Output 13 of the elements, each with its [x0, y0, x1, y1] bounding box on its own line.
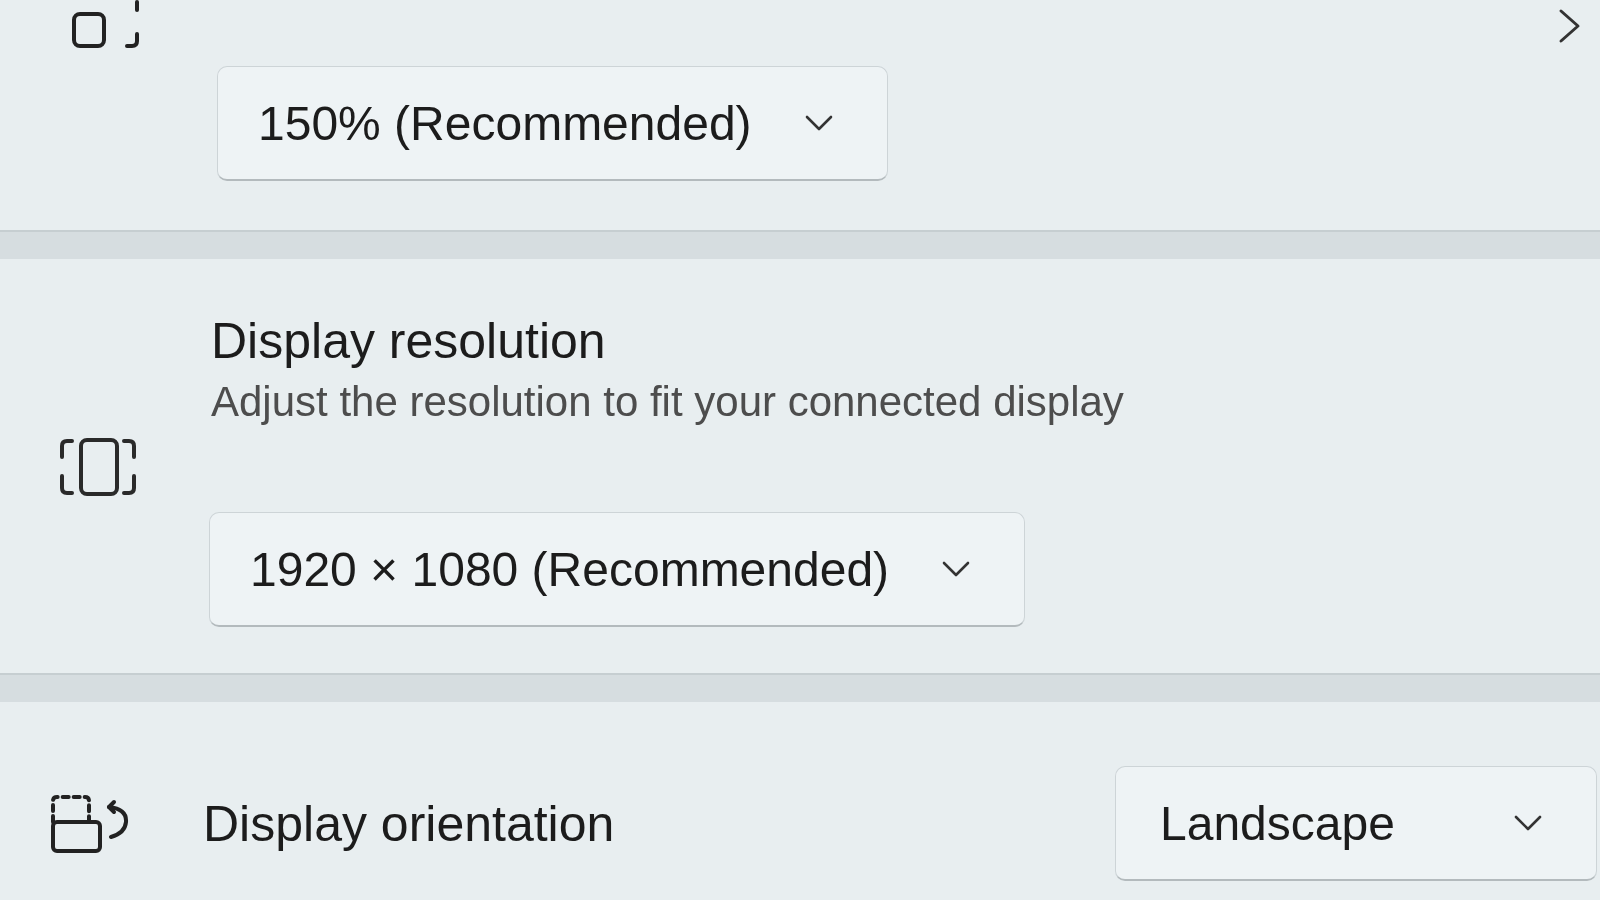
rotate-icon	[51, 794, 129, 853]
chevron-right-icon	[1558, 8, 1582, 44]
chevron-down-icon	[942, 561, 971, 577]
square-corners-icon	[71, 0, 141, 49]
frame-brackets-icon	[59, 437, 137, 496]
chevron-down-icon	[1514, 815, 1542, 831]
setting-description: Adjust the resolution to fit your connected display	[211, 377, 1124, 427]
dropdown[interactable]: 150% (Recommended)	[217, 66, 888, 181]
chevron-down-icon	[804, 115, 833, 131]
dropdown[interactable]: 1920 × 1080 (Recommended)	[209, 512, 1026, 627]
dropdown[interactable]: Landscape	[1115, 766, 1597, 881]
setting-title: Display orientation	[203, 794, 615, 853]
setting-title: Display resolution	[211, 312, 606, 370]
